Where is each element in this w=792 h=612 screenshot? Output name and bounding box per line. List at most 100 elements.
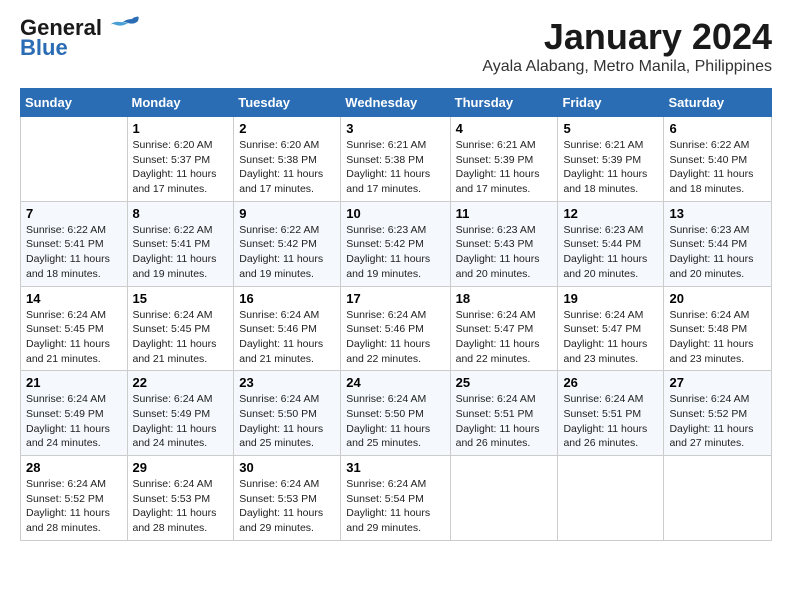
day-number: 28	[26, 460, 122, 475]
calendar-cell: 9 Sunrise: 6:22 AMSunset: 5:42 PMDaylight…	[234, 201, 341, 286]
calendar-cell: 5 Sunrise: 6:21 AMSunset: 5:39 PMDaylight…	[558, 117, 664, 202]
calendar-cell: 22 Sunrise: 6:24 AMSunset: 5:49 PMDayligh…	[127, 371, 234, 456]
day-number: 23	[239, 375, 335, 390]
day-info: Sunrise: 6:24 AMSunset: 5:47 PMDaylight:…	[456, 308, 553, 367]
page-subtitle: Ayala Alabang, Metro Manila, Philippines	[482, 58, 772, 76]
day-info: Sunrise: 6:24 AMSunset: 5:51 PMDaylight:…	[563, 392, 658, 451]
logo-blue-text: Blue	[20, 36, 68, 60]
week-row-1: 1Sunrise: 6:20 AMSunset: 5:37 PMDaylight…	[21, 117, 772, 202]
day-info: Sunrise: 6:20 AMSunset: 5:38 PMDaylight:…	[239, 138, 335, 197]
calendar-cell: 31 Sunrise: 6:24 AMSunset: 5:54 PMDayligh…	[341, 456, 450, 541]
day-number: 21	[26, 375, 122, 390]
day-number: 8	[133, 206, 229, 221]
day-number: 1	[133, 121, 229, 136]
header-cell-thursday: Thursday	[450, 89, 558, 117]
day-info: Sunrise: 6:24 AMSunset: 5:46 PMDaylight:…	[239, 308, 335, 367]
day-number: 7	[26, 206, 122, 221]
day-info: Sunrise: 6:24 AMSunset: 5:49 PMDaylight:…	[26, 392, 122, 451]
week-row-3: 14 Sunrise: 6:24 AMSunset: 5:45 PMDayligh…	[21, 286, 772, 371]
logo: General Blue	[20, 16, 140, 60]
calendar-cell: 25Sunrise: 6:24 AMSunset: 5:51 PMDayligh…	[450, 371, 558, 456]
week-row-5: 28 Sunrise: 6:24 AMSunset: 5:52 PMDayligh…	[21, 456, 772, 541]
day-info: Sunrise: 6:24 AMSunset: 5:53 PMDaylight:…	[239, 477, 335, 536]
day-info: Sunrise: 6:24 AMSunset: 5:48 PMDaylight:…	[669, 308, 766, 367]
day-info: Sunrise: 6:24 AMSunset: 5:51 PMDaylight:…	[456, 392, 553, 451]
day-info: Sunrise: 6:24 AMSunset: 5:54 PMDaylight:…	[346, 477, 444, 536]
header-cell-tuesday: Tuesday	[234, 89, 341, 117]
day-number: 13	[669, 206, 766, 221]
calendar-cell: 6 Sunrise: 6:22 AMSunset: 5:40 PMDaylight…	[664, 117, 772, 202]
day-info: Sunrise: 6:24 AMSunset: 5:50 PMDaylight:…	[239, 392, 335, 451]
calendar-cell: 26 Sunrise: 6:24 AMSunset: 5:51 PMDayligh…	[558, 371, 664, 456]
day-info: Sunrise: 6:24 AMSunset: 5:52 PMDaylight:…	[26, 477, 122, 536]
calendar-table: SundayMondayTuesdayWednesdayThursdayFrid…	[20, 88, 772, 541]
day-number: 2	[239, 121, 335, 136]
day-number: 9	[239, 206, 335, 221]
day-number: 5	[563, 121, 658, 136]
page-header: General Blue January 2024 Ayala Alabang,…	[20, 16, 772, 76]
day-number: 3	[346, 121, 444, 136]
calendar-cell: 3Sunrise: 6:21 AMSunset: 5:38 PMDaylight…	[341, 117, 450, 202]
day-info: Sunrise: 6:22 AMSunset: 5:40 PMDaylight:…	[669, 138, 766, 197]
day-info: Sunrise: 6:21 AMSunset: 5:39 PMDaylight:…	[563, 138, 658, 197]
day-info: Sunrise: 6:22 AMSunset: 5:41 PMDaylight:…	[26, 223, 122, 282]
day-number: 10	[346, 206, 444, 221]
header-cell-friday: Friday	[558, 89, 664, 117]
calendar-cell: 27Sunrise: 6:24 AMSunset: 5:52 PMDayligh…	[664, 371, 772, 456]
day-number: 16	[239, 291, 335, 306]
day-number: 29	[133, 460, 229, 475]
calendar-cell: 17 Sunrise: 6:24 AMSunset: 5:46 PMDayligh…	[341, 286, 450, 371]
day-number: 4	[456, 121, 553, 136]
calendar-cell: 21 Sunrise: 6:24 AMSunset: 5:49 PMDayligh…	[21, 371, 128, 456]
calendar-cell: 24 Sunrise: 6:24 AMSunset: 5:50 PMDayligh…	[341, 371, 450, 456]
day-number: 17	[346, 291, 444, 306]
day-info: Sunrise: 6:23 AMSunset: 5:42 PMDaylight:…	[346, 223, 444, 282]
calendar-cell: 16 Sunrise: 6:24 AMSunset: 5:46 PMDayligh…	[234, 286, 341, 371]
calendar-cell: 19Sunrise: 6:24 AMSunset: 5:47 PMDayligh…	[558, 286, 664, 371]
page-title: January 2024	[482, 16, 772, 58]
day-number: 24	[346, 375, 444, 390]
calendar-cell: 18 Sunrise: 6:24 AMSunset: 5:47 PMDayligh…	[450, 286, 558, 371]
day-info: Sunrise: 6:24 AMSunset: 5:47 PMDaylight:…	[563, 308, 658, 367]
header-cell-wednesday: Wednesday	[341, 89, 450, 117]
day-info: Sunrise: 6:23 AMSunset: 5:43 PMDaylight:…	[456, 223, 553, 282]
day-number: 12	[563, 206, 658, 221]
day-info: Sunrise: 6:22 AMSunset: 5:42 PMDaylight:…	[239, 223, 335, 282]
day-number: 6	[669, 121, 766, 136]
calendar-cell: 23 Sunrise: 6:24 AMSunset: 5:50 PMDayligh…	[234, 371, 341, 456]
day-info: Sunrise: 6:22 AMSunset: 5:41 PMDaylight:…	[133, 223, 229, 282]
calendar-cell: 14 Sunrise: 6:24 AMSunset: 5:45 PMDayligh…	[21, 286, 128, 371]
day-info: Sunrise: 6:24 AMSunset: 5:46 PMDaylight:…	[346, 308, 444, 367]
calendar-cell: 7 Sunrise: 6:22 AMSunset: 5:41 PMDaylight…	[21, 201, 128, 286]
calendar-cell: 2 Sunrise: 6:20 AMSunset: 5:38 PMDaylight…	[234, 117, 341, 202]
week-row-4: 21 Sunrise: 6:24 AMSunset: 5:49 PMDayligh…	[21, 371, 772, 456]
calendar-cell: 20 Sunrise: 6:24 AMSunset: 5:48 PMDayligh…	[664, 286, 772, 371]
calendar-cell	[664, 456, 772, 541]
calendar-cell: 13Sunrise: 6:23 AMSunset: 5:44 PMDayligh…	[664, 201, 772, 286]
calendar-cell: 10 Sunrise: 6:23 AMSunset: 5:42 PMDayligh…	[341, 201, 450, 286]
header-cell-saturday: Saturday	[664, 89, 772, 117]
calendar-cell: 28 Sunrise: 6:24 AMSunset: 5:52 PMDayligh…	[21, 456, 128, 541]
day-info: Sunrise: 6:24 AMSunset: 5:49 PMDaylight:…	[133, 392, 229, 451]
day-number: 11	[456, 206, 553, 221]
day-info: Sunrise: 6:24 AMSunset: 5:50 PMDaylight:…	[346, 392, 444, 451]
calendar-cell: 4Sunrise: 6:21 AMSunset: 5:39 PMDaylight…	[450, 117, 558, 202]
week-row-2: 7 Sunrise: 6:22 AMSunset: 5:41 PMDaylight…	[21, 201, 772, 286]
day-number: 18	[456, 291, 553, 306]
calendar-cell	[450, 456, 558, 541]
day-info: Sunrise: 6:24 AMSunset: 5:45 PMDaylight:…	[26, 308, 122, 367]
day-info: Sunrise: 6:24 AMSunset: 5:45 PMDaylight:…	[133, 308, 229, 367]
day-number: 20	[669, 291, 766, 306]
day-number: 31	[346, 460, 444, 475]
day-number: 14	[26, 291, 122, 306]
calendar-cell: 1Sunrise: 6:20 AMSunset: 5:37 PMDaylight…	[127, 117, 234, 202]
day-info: Sunrise: 6:23 AMSunset: 5:44 PMDaylight:…	[563, 223, 658, 282]
calendar-cell: 12 Sunrise: 6:23 AMSunset: 5:44 PMDayligh…	[558, 201, 664, 286]
calendar-cell: 29Sunrise: 6:24 AMSunset: 5:53 PMDayligh…	[127, 456, 234, 541]
calendar-cell: 30 Sunrise: 6:24 AMSunset: 5:53 PMDayligh…	[234, 456, 341, 541]
day-number: 26	[563, 375, 658, 390]
day-number: 22	[133, 375, 229, 390]
day-number: 30	[239, 460, 335, 475]
calendar-cell	[21, 117, 128, 202]
title-block: January 2024 Ayala Alabang, Metro Manila…	[482, 16, 772, 76]
